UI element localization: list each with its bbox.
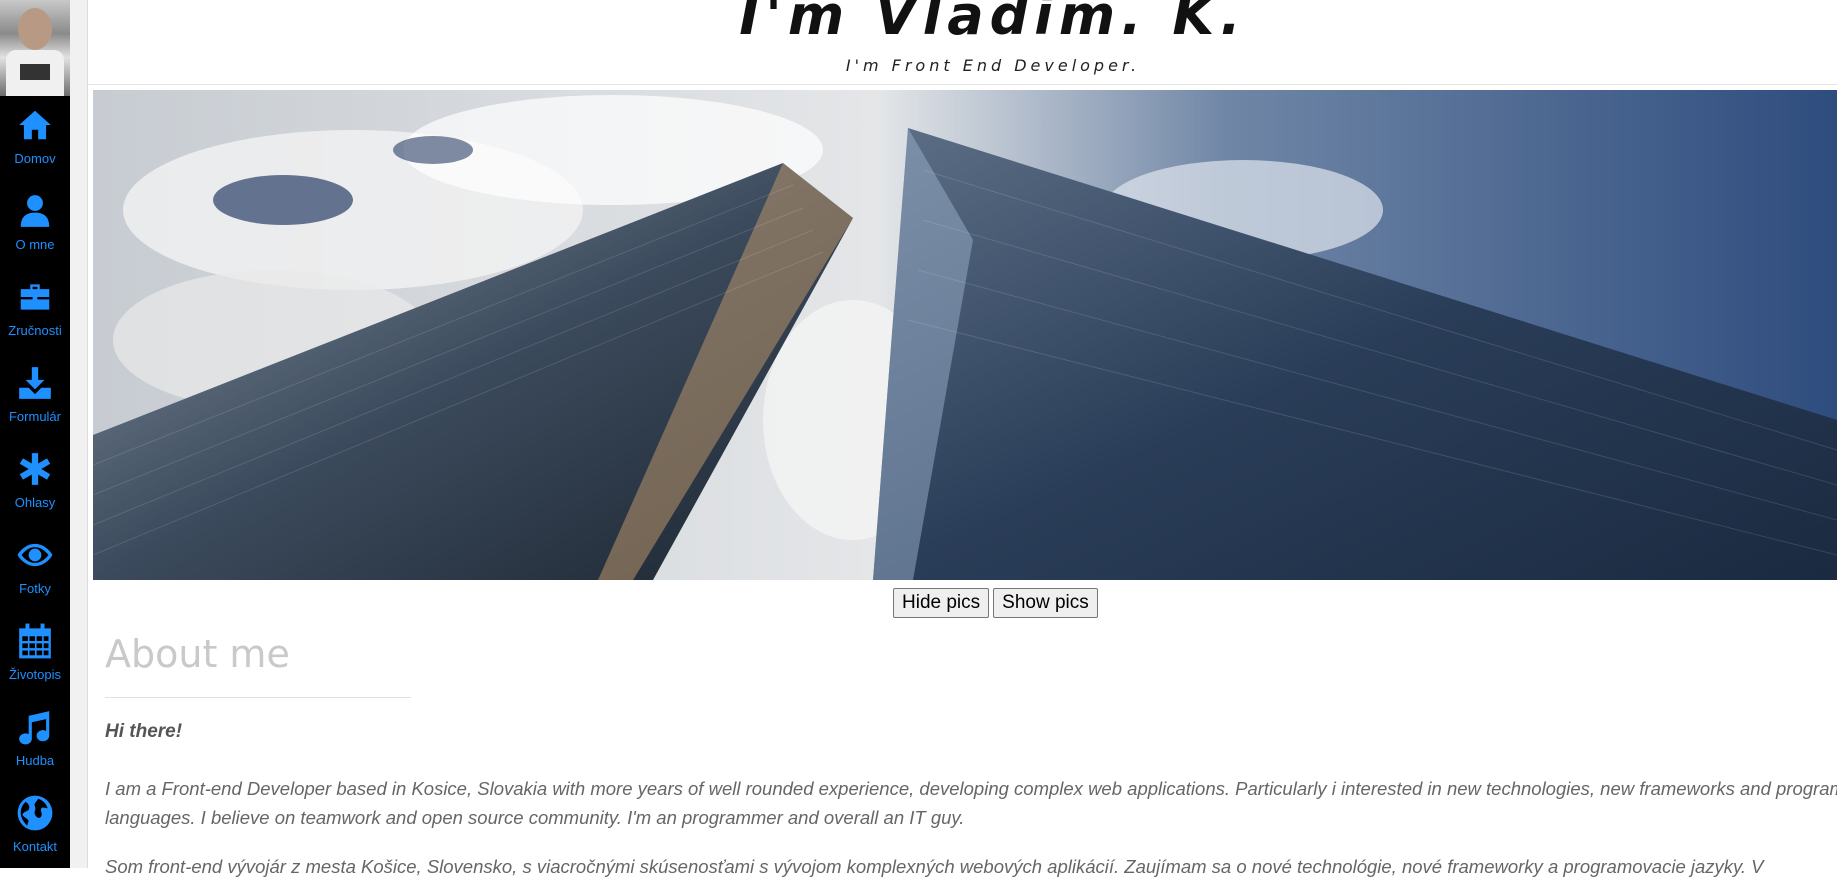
scrollbar[interactable] (70, 0, 88, 868)
about-divider (105, 697, 411, 698)
sidebar-item-domov[interactable]: Domov (0, 96, 70, 182)
sidebar-item-formular[interactable]: Formulár (0, 354, 70, 440)
calendar-icon (19, 623, 51, 659)
sidebar-item-zivotopis[interactable]: Životopis (0, 612, 70, 698)
avatar[interactable] (0, 0, 70, 96)
header-divider (88, 84, 1837, 85)
user-icon (20, 195, 50, 227)
sidebar-item-hudba[interactable]: Hudba (0, 698, 70, 784)
about-greeting: Hi there! (105, 721, 183, 742)
skyscrapers-photo (93, 90, 1837, 580)
about-paragraph-secondary: Som front-end vývojár z mesta Košice, Sl… (105, 856, 1764, 877)
sidebar-item-o-mne[interactable]: O mne (0, 182, 70, 268)
hide-pics-button[interactable]: Hide pics (893, 588, 990, 618)
sidebar-item-label: Fotky (19, 581, 51, 596)
about-paragraph-line: I am a Front-end Developer based in Kosi… (105, 778, 1837, 799)
home-icon (19, 110, 51, 140)
sidebar-item-label: O mne (15, 237, 55, 252)
about-title: About me (105, 632, 290, 676)
pics-toggle-group: Hide pics Show pics (893, 588, 1102, 618)
sidebar-item-label: Ohlasy (14, 495, 56, 510)
sidebar: Domov O mne Zručnosti Formulár Ohlasy Fo… (0, 0, 70, 868)
sidebar-item-zrucnosti[interactable]: Zručnosti (0, 268, 70, 354)
about-paragraph: I am a Front-end Developer based in Kosi… (105, 774, 1837, 832)
page-subtitle: I'm Front End Developer. (845, 56, 1141, 75)
sidebar-item-kontakt[interactable]: Kontakt (0, 784, 70, 870)
sidebar-item-label: Hudba (15, 753, 55, 768)
avatar-face (18, 8, 52, 50)
sidebar-item-label: Domov (14, 151, 56, 166)
sidebar-item-label: Formulár (8, 409, 61, 424)
sidebar-item-label: Životopis (8, 667, 62, 682)
briefcase-icon (20, 284, 50, 310)
download-icon (19, 367, 51, 399)
page-title: I'm Vladim. K. (739, 0, 1247, 47)
asterisk-icon (19, 453, 51, 485)
avatar-shirt-print (20, 64, 50, 80)
about-paragraph-line: languages. I believe on teamwork and ope… (105, 807, 965, 828)
sidebar-item-ohlasy[interactable]: Ohlasy (0, 440, 70, 526)
eye-icon (17, 543, 53, 567)
show-pics-button[interactable]: Show pics (993, 588, 1098, 618)
globe-icon (17, 795, 53, 831)
sidebar-item-fotky[interactable]: Fotky (0, 526, 70, 612)
hero-image (93, 90, 1837, 580)
sidebar-item-label: Kontakt (12, 839, 58, 854)
sidebar-item-label: Zručnosti (8, 323, 62, 338)
music-icon (19, 711, 50, 745)
